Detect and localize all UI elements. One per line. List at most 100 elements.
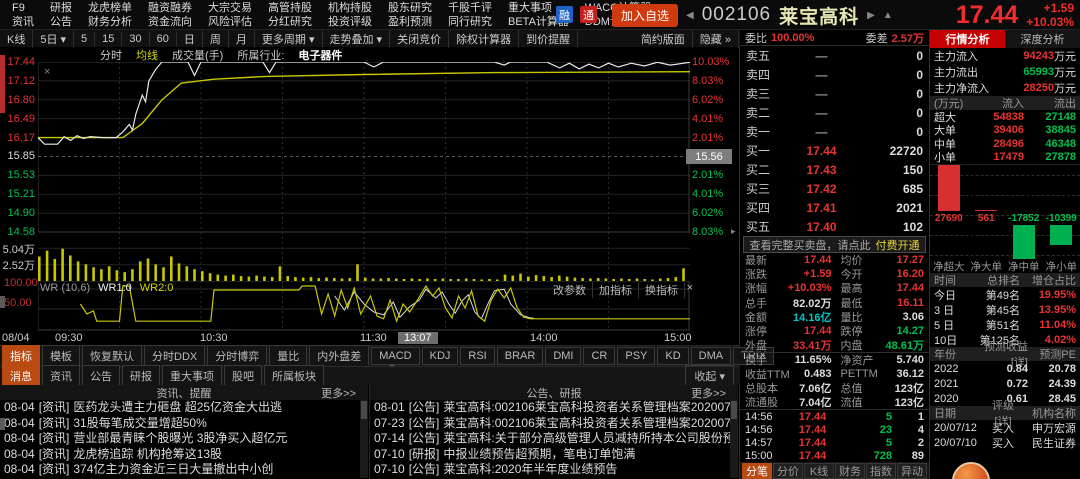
wr-tool-button[interactable]: 改参数 [547,282,593,298]
menu-item[interactable]: 千股千评 [448,2,492,15]
tick-row[interactable]: 14:57 17.44 5 2 [740,436,929,449]
chart-overlay-close-icon[interactable]: × [44,66,50,78]
minute-price-chart[interactable] [38,62,690,232]
period-button[interactable]: 60 [150,31,177,46]
menu-item[interactable]: 大宗交易 [208,2,252,15]
menu-item[interactable]: 风险评估 [208,16,252,29]
news-tab[interactable]: 资讯 [42,365,80,387]
indicator-tab[interactable]: DMA [690,347,732,365]
indicator-tab[interactable]: BRAR [496,347,544,365]
news-tab[interactable]: 消息 [2,365,40,387]
indicator-tab[interactable]: KD [657,347,689,365]
wr-tool-button[interactable]: 换指标 [639,282,685,298]
margin-badge[interactable]: 融 [556,6,573,23]
indicator-tab[interactable]: 指标 [2,345,40,367]
menu-item[interactable]: 股东研究 [388,2,432,15]
minute-tab[interactable]: 分时 [100,47,122,63]
period-button[interactable]: 30 [122,31,150,46]
period-button[interactable]: 5 [74,31,96,46]
ask-row[interactable]: 卖三 — 0 [740,84,929,103]
menu-item[interactable]: 分红研究 [268,16,312,29]
announcement-item[interactable]: 07-10 [研报] 中报业绩预告超预期，笔电订单饱满 [374,447,738,463]
menu-item[interactable]: 投资评级 [328,16,372,29]
menu-item[interactable]: 高管持股 [268,2,312,15]
period-button[interactable]: 日 [177,29,203,48]
menu-item[interactable]: 财务分析 [88,16,132,29]
wr-tool-button[interactable]: 加指标 [593,282,639,298]
period-button[interactable]: 15 [95,31,123,46]
prev-stock-icon[interactable]: ◀ [686,10,694,21]
indicator-tab[interactable]: RSI [460,347,495,365]
bid-row[interactable]: 买四 17.41 2021 [740,198,929,217]
bid-row[interactable]: 买一 17.44 22720 [740,141,929,160]
menu-item[interactable]: 资讯 [12,16,34,29]
period-button[interactable]: K线 [0,29,34,48]
menu-item[interactable]: 龙虎榜单 [88,2,132,15]
view-button[interactable]: 隐藏 » [693,29,739,48]
period-button[interactable]: 月 [229,29,255,48]
analysis-tab[interactable]: 深度分析 [1005,30,1080,48]
rating-row[interactable]: 20/07/12 买入 申万宏源 [930,420,1080,435]
menu-item[interactable]: 研报 [50,2,72,15]
ask-row[interactable]: 卖四 — 0 [740,65,929,84]
view-button[interactable]: 简约版面 [634,29,693,48]
wr-close-icon[interactable]: × [681,282,699,294]
volume-tab[interactable]: 成交量(手) [172,47,223,63]
news-tab[interactable]: 研报 [122,365,160,387]
connect-badge[interactable]: 通 [580,6,597,23]
quote-tab[interactable]: 分价 [773,463,803,479]
news-item[interactable]: 08-04 [资讯] 医药龙头遭主力砸盘 超25亿资金大出逃 [4,400,368,416]
news-item[interactable]: 08-04 [资讯] 374亿主力资金近三日大量撤出中小创 [4,462,368,478]
announcement-item[interactable]: 07-23 [公告] 莱宝高科:002106莱宝高科投资者关系管理档案2020072… [374,416,738,432]
indicator-tab[interactable]: KDJ [421,347,459,365]
news-item[interactable]: 08-04 [资讯] 31股每笔成交量增超50% [4,416,368,432]
tick-row[interactable]: 14:56 17.44 5 1 [740,410,929,423]
period-button[interactable]: 走势叠加 ▾ [323,29,391,48]
news-item[interactable]: 08-04 [资讯] 龙虎榜追踪 机构抢筹这13股 [4,447,368,463]
period-button[interactable]: 5日 ▾ [33,29,75,48]
indicator-tab[interactable]: DMI [545,347,582,365]
period-button[interactable]: 到价提醒 [519,29,579,48]
menu-item[interactable]: 融资融券 [148,2,192,15]
next-stock-icon[interactable]: ▶ [867,10,875,21]
quote-tab[interactable]: 指数 [866,463,896,479]
more-link[interactable]: 更多>> [691,385,726,401]
menu-item[interactable]: 盈利预测 [388,16,432,29]
indicator-tab[interactable]: 量比 [269,345,308,367]
menu-item[interactable]: 公告 [50,16,72,29]
news-tab[interactable]: 公告 [82,365,120,387]
quote-tab[interactable]: 异动 [897,463,927,479]
quote-tab[interactable]: 分笔 [742,463,772,479]
ask-row[interactable]: 卖一 — 0 [740,122,929,141]
news-tab[interactable]: 所属板块 [264,365,324,387]
period-button[interactable]: 关闭竞价 [390,29,450,48]
indicator-tab[interactable]: 分时DDX [144,345,206,367]
menu-item[interactable]: 机构持股 [328,2,372,15]
paywall-link[interactable]: 付费开通 [876,237,920,253]
bid-row[interactable]: 买三 17.42 685 [740,179,929,198]
period-button[interactable]: 除权计算器 [449,29,520,48]
period-button[interactable]: 更多周期 ▾ [255,29,323,48]
rating-row[interactable]: 20/07/10 买入 民生证券 [930,435,1080,450]
menu-item[interactable]: 同行研究 [448,16,492,29]
add-watchlist-button[interactable]: 加入自选 [612,3,679,27]
news-tab[interactable]: 股吧 [224,365,262,387]
tick-row[interactable]: 14:56 17.44 23 4 [740,423,929,436]
volume-chart[interactable] [38,232,690,281]
indicator-tab[interactable]: PSY [617,347,656,365]
indicator-tab[interactable]: CR [583,347,616,365]
scrollbar[interactable] [360,400,368,478]
ask-row[interactable]: 卖二 — 0 [740,103,929,122]
period-button[interactable]: 周 [203,29,229,48]
panel-splitter-icon[interactable]: ▸ [731,226,736,237]
bid-row[interactable]: 买五 17.40 102 [740,217,929,236]
indicator-tab[interactable]: 恢复默认 [82,345,142,367]
more-link[interactable]: 更多>> [321,385,356,401]
indicator-tab[interactable]: 内外盘差 [309,345,370,367]
quote-tab[interactable]: K线 [804,463,834,479]
menu-item[interactable]: F9 [12,2,34,15]
bid-row[interactable]: 买二 17.43 150 [740,160,929,179]
ask-row[interactable]: 卖五 — 0 [740,46,929,65]
tick-row[interactable]: 15:00 17.44 728 89 [740,449,929,462]
scrollbar[interactable] [730,400,738,478]
